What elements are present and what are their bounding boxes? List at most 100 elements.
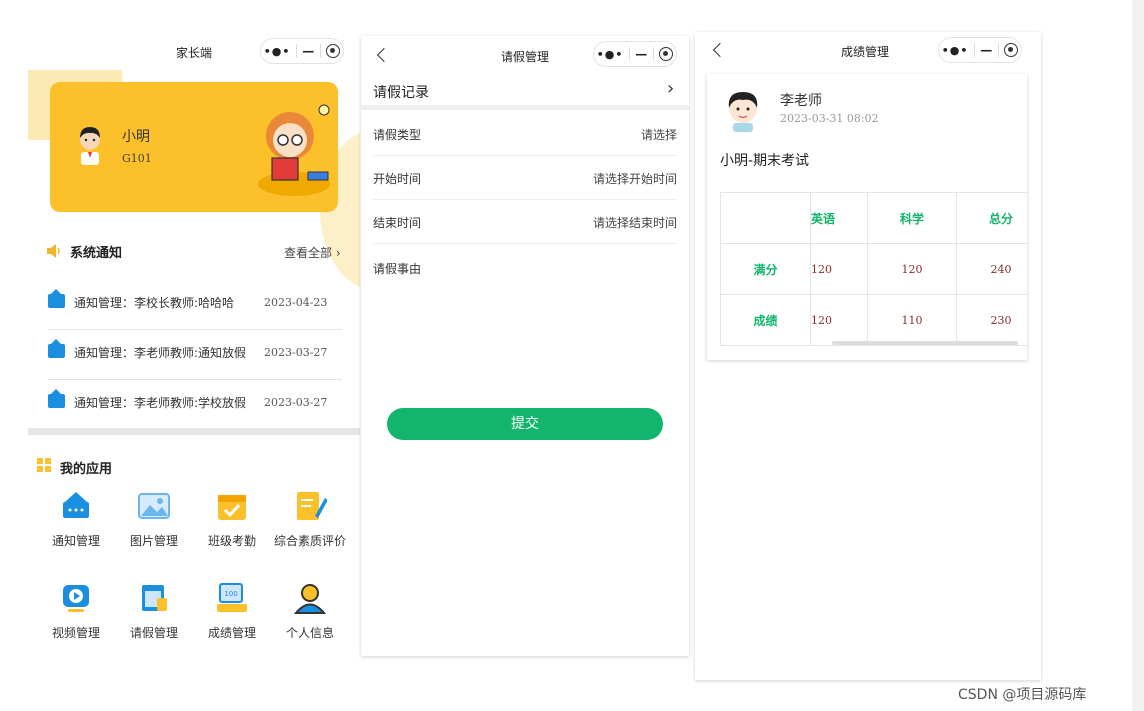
notice-text: 通知管理：李校长教师:哈哈哈 bbox=[74, 294, 254, 311]
header-cell: 英语 bbox=[811, 193, 868, 244]
header-cell bbox=[721, 193, 811, 244]
table-cell: 120 bbox=[811, 295, 868, 346]
table-cell: 120 bbox=[867, 244, 956, 295]
more-icon[interactable]: •●• bbox=[942, 44, 969, 57]
app-personal-info[interactable]: 个人信息 bbox=[270, 582, 350, 641]
page-title: 请假管理 bbox=[501, 48, 549, 65]
more-icon[interactable]: •●• bbox=[264, 45, 291, 58]
page-title: 成绩管理 bbox=[841, 43, 889, 60]
app-leave-management[interactable]: 请假管理 bbox=[114, 582, 194, 641]
minimize-icon[interactable]: — bbox=[302, 44, 314, 58]
field-label: 请假类型 bbox=[373, 126, 421, 143]
notice-item[interactable]: 通知管理：李老师教师:学校放假 2023-03-27 bbox=[48, 380, 342, 430]
notice-icon bbox=[48, 294, 65, 308]
field-value: 请选择 bbox=[641, 126, 677, 143]
app-score-management[interactable]: 100 成绩管理 bbox=[192, 582, 272, 641]
svg-text:100: 100 bbox=[224, 590, 237, 598]
notice-icon bbox=[48, 394, 65, 408]
table-row: 满分 120 120 240 bbox=[721, 244, 1028, 295]
profile-card[interactable]: 小明 G101 bbox=[50, 82, 338, 212]
close-target-icon[interactable] bbox=[1004, 43, 1018, 57]
table-cell: 230 bbox=[956, 295, 1027, 346]
app-picture-management[interactable]: 图片管理 bbox=[114, 490, 194, 549]
user-icon bbox=[293, 582, 327, 614]
parent-home-screen: 家长端 •●• — 小明 G101 系统 bbox=[28, 30, 360, 658]
notice-board-icon bbox=[59, 490, 93, 522]
minimize-icon[interactable]: — bbox=[635, 47, 647, 61]
app-label: 请假管理 bbox=[130, 626, 178, 640]
notice-date: 2023-03-27 bbox=[264, 396, 327, 409]
student-class: G101 bbox=[122, 152, 152, 165]
field-label: 请假事由 bbox=[373, 260, 421, 277]
teacher-name: 李老师 bbox=[780, 90, 822, 110]
submit-button[interactable]: 提交 bbox=[387, 408, 663, 440]
close-target-icon[interactable] bbox=[659, 47, 673, 61]
table-row: 成绩 120 110 230 bbox=[721, 295, 1028, 346]
field-value: 请选择结束时间 bbox=[593, 214, 677, 231]
notice-text: 通知管理：李老师教师:学校放假 bbox=[74, 394, 254, 411]
mini-program-capsule: •●• — bbox=[260, 38, 344, 64]
leave-management-screen: 请假管理 •●• — 请假记录 › 请假类型 请选择 开始时间 请选择开始时间 … bbox=[361, 36, 689, 656]
calendar-check-icon bbox=[215, 490, 249, 522]
end-time-field[interactable]: 结束时间 请选择结束时间 bbox=[373, 200, 677, 244]
app-label: 综合素质评价 bbox=[274, 534, 346, 548]
minimize-icon[interactable]: — bbox=[980, 43, 992, 57]
notice-date: 2023-03-27 bbox=[264, 346, 327, 359]
app-class-attendance[interactable]: 班级考勤 bbox=[192, 490, 272, 549]
score-card: 李老师 2023-03-31 08:02 小明-期末考试 英语 科学 总分 满分… bbox=[707, 74, 1027, 360]
notices-heading: 系统通知 bbox=[70, 242, 122, 261]
reason-field[interactable]: 请假事由 bbox=[373, 246, 677, 366]
app-label: 成绩管理 bbox=[208, 626, 256, 640]
student-avatar bbox=[76, 126, 104, 166]
row-label: 成绩 bbox=[721, 295, 811, 346]
more-icon[interactable]: •●• bbox=[597, 48, 624, 61]
exam-title: 小明-期末考试 bbox=[720, 150, 809, 170]
post-time: 2023-03-31 08:02 bbox=[780, 112, 879, 125]
leave-records-label: 请假记录 bbox=[373, 82, 429, 102]
score-board-icon: 100 bbox=[215, 582, 249, 614]
student-name: 小明 bbox=[122, 126, 150, 146]
score-management-screen: 成绩管理 •●• — 李老师 2023-03-31 08:02 小明-期末考试 … bbox=[695, 32, 1041, 680]
apps-heading: 我的应用 bbox=[60, 458, 112, 477]
mini-program-capsule: •●• — bbox=[938, 37, 1022, 63]
score-table-wrapper[interactable]: 英语 科学 总分 满分 120 120 240 成绩 120 110 230 bbox=[720, 192, 1027, 348]
notice-item[interactable]: 通知管理：李老师教师:通知放假 2023-03-27 bbox=[48, 330, 342, 380]
view-all-link[interactable]: 查看全部 › bbox=[284, 244, 341, 261]
app-label: 班级考勤 bbox=[208, 534, 256, 548]
section-divider bbox=[28, 428, 360, 435]
reading-boy-illustration bbox=[250, 98, 338, 198]
chevron-right-icon: › bbox=[667, 78, 674, 99]
notice-icon bbox=[48, 344, 65, 358]
back-icon[interactable] bbox=[713, 43, 727, 57]
field-value: 请选择开始时间 bbox=[593, 170, 677, 187]
mini-program-capsule: •●• — bbox=[593, 41, 677, 67]
view-all-label: 查看全部 bbox=[284, 246, 332, 260]
teacher-avatar bbox=[725, 88, 761, 132]
close-target-icon[interactable] bbox=[326, 44, 340, 58]
table-cell: 120 bbox=[811, 244, 868, 295]
horizontal-scrollbar[interactable] bbox=[832, 341, 1018, 345]
table-cell: 110 bbox=[867, 295, 956, 346]
header-cell: 总分 bbox=[956, 193, 1027, 244]
picture-icon bbox=[137, 490, 171, 522]
leave-records-link[interactable]: 请假记录 › bbox=[361, 74, 689, 110]
back-icon[interactable] bbox=[377, 48, 391, 62]
app-notice-management[interactable]: 通知管理 bbox=[36, 490, 116, 549]
page-scrollbar[interactable] bbox=[1132, 0, 1144, 711]
leave-type-field[interactable]: 请假类型 请选择 bbox=[373, 112, 677, 156]
notice-text: 通知管理：李老师教师:通知放假 bbox=[74, 344, 254, 361]
app-label: 视频管理 bbox=[52, 626, 100, 640]
app-quality-evaluation[interactable]: 综合素质评价 bbox=[270, 490, 350, 549]
grid-dots-icon bbox=[37, 458, 51, 472]
page-title: 家长端 bbox=[176, 44, 212, 61]
app-video-management[interactable]: 视频管理 bbox=[36, 582, 116, 641]
app-label: 个人信息 bbox=[286, 626, 334, 640]
speaker-icon bbox=[46, 244, 62, 258]
chevron-right-icon: › bbox=[336, 246, 341, 260]
note-pencil-icon bbox=[293, 490, 327, 522]
start-time-field[interactable]: 开始时间 请选择开始时间 bbox=[373, 156, 677, 200]
field-label: 结束时间 bbox=[373, 214, 421, 231]
notice-date: 2023-04-23 bbox=[264, 296, 327, 309]
app-label: 图片管理 bbox=[130, 534, 178, 548]
notice-item[interactable]: 通知管理：李校长教师:哈哈哈 2023-04-23 bbox=[48, 280, 342, 330]
